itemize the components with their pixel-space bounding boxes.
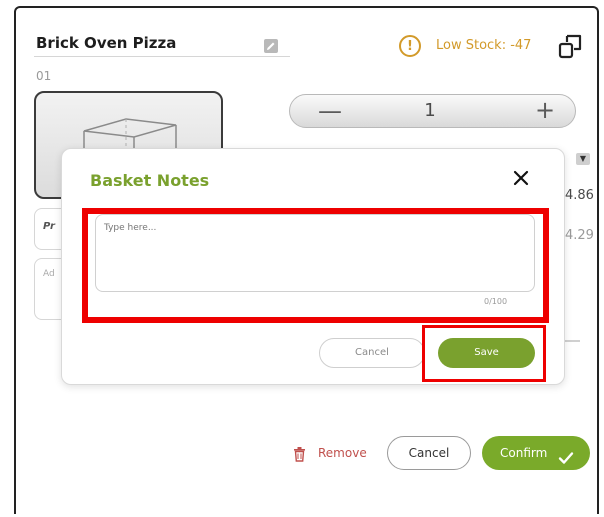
trash-icon — [293, 447, 306, 466]
field-label: Pr — [43, 221, 55, 232]
modal-cancel-button[interactable]: Cancel — [319, 338, 425, 368]
remove-label: Remove — [318, 446, 367, 460]
modal-title: Basket Notes — [90, 171, 210, 190]
character-count: 0/100 — [484, 297, 508, 306]
decrement-button[interactable]: — — [310, 98, 350, 124]
highlight-box — [422, 325, 546, 382]
product-title[interactable]: Brick Oven Pizza — [36, 34, 176, 52]
quantity-stepper: — 1 + — [289, 94, 576, 128]
price-value-secondary: 4.29 — [565, 228, 594, 243]
confirm-button[interactable]: Confirm — [482, 436, 590, 470]
price-value: 4.86 — [565, 188, 594, 203]
checkmark-icon — [558, 445, 574, 479]
product-code: 01 — [36, 69, 52, 83]
edit-icon[interactable] — [264, 39, 278, 53]
title-underline — [34, 56, 290, 57]
increment-button[interactable]: + — [530, 97, 560, 123]
cancel-button[interactable]: Cancel — [387, 436, 471, 470]
low-stock-label: Low Stock: -47 — [436, 38, 532, 53]
confirm-label: Confirm — [500, 446, 548, 460]
expand-icon[interactable] — [558, 32, 584, 64]
quantity-value[interactable]: 1 — [410, 100, 450, 121]
field-label: Ad — [43, 269, 55, 279]
warning-icon: ! — [399, 35, 421, 57]
notes-textarea[interactable] — [95, 214, 535, 292]
chevron-down-icon[interactable]: ▼ — [576, 153, 590, 165]
close-icon[interactable] — [512, 169, 530, 187]
